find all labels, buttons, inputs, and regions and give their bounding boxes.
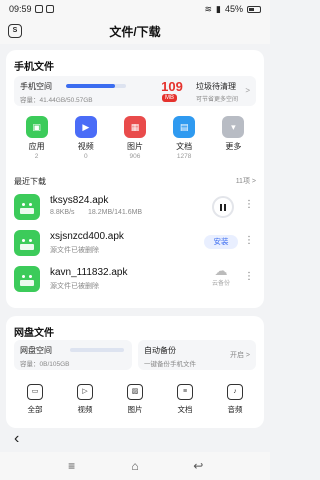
category-documents[interactable]: ▤ 文档 1278: [164, 116, 204, 160]
cloud-backup-label: 云备份: [211, 281, 230, 287]
more-vertical-icon[interactable]: ⋮: [244, 199, 254, 210]
document-icon: ▤: [173, 116, 196, 138]
chevron-right-icon[interactable]: >: [245, 86, 250, 95]
section-title-phone-files: 手机文件: [14, 62, 54, 73]
file-name: tksys824.apk: [50, 195, 109, 206]
auto-backup-box[interactable]: 自动备份 一键备份手机文件 开启 >: [138, 340, 256, 370]
category-more[interactable]: ▾ 更多: [213, 116, 253, 160]
back-icon[interactable]: ↩: [187, 459, 209, 473]
video-icon: ▶: [74, 116, 97, 138]
category-count: 0: [83, 153, 88, 160]
more-vertical-icon[interactable]: ⋮: [244, 271, 254, 282]
folder-icon: ▭: [27, 384, 43, 400]
auto-backup-subtitle: 一键备份手机文件: [144, 361, 196, 368]
category-label: 图片: [126, 142, 143, 151]
cloud-documents[interactable]: ≡ 文档: [167, 384, 203, 415]
signal-icon: ▮: [216, 3, 221, 14]
cloud-images[interactable]: ▨ 图片: [117, 384, 153, 415]
category-label: 视频: [77, 142, 94, 151]
cloud-all[interactable]: ▭ 全部: [17, 384, 53, 415]
recent-downloads-count[interactable]: 11项 >: [236, 176, 256, 186]
junk-unit-badge: MB: [162, 94, 177, 102]
video-icon: ▷: [77, 384, 93, 400]
android-icon: ▣: [25, 116, 48, 138]
category-label: 文档: [176, 142, 193, 151]
recent-downloads-header: 最近下载 11项 >: [14, 176, 256, 187]
download-progress: 18.2MB/141.6MB: [88, 209, 143, 216]
phone-files-card: 手机文件 手机空间 容量：41.44GB/50.57GB 109 MB 垃圾待清…: [6, 50, 264, 308]
cloud-files-card: 网盘文件 网盘空间 容量：0B/105GB 自动备份 一键备份手机文件 开启 >…: [6, 316, 264, 428]
audio-icon: ♪: [227, 384, 243, 400]
home-icon[interactable]: ⌂: [124, 459, 146, 473]
cloud-upload-icon: ☁: [214, 263, 228, 278]
category-apps[interactable]: ▣ 应用 2: [17, 116, 57, 160]
install-button[interactable]: 安装: [204, 235, 238, 249]
auto-backup-enable[interactable]: 开启 >: [230, 350, 250, 360]
image-icon: ▦: [123, 116, 146, 138]
file-note: 源文件已被删除: [50, 283, 99, 290]
recent-downloads-title: 最近下载: [14, 177, 46, 186]
switch-icon[interactable]: S: [8, 24, 22, 38]
download-speed: 8.8KB/s: [50, 209, 75, 216]
junk-subtitle: 可节省更多空间: [196, 97, 239, 103]
system-nav-bar: ≡ ⌂ ↩: [0, 452, 270, 480]
category-row: ▣ 应用 2 ▶ 视频 0 ▦ 图片 906 ▤ 文档 1278 ▾ 更多: [6, 116, 264, 160]
cloud-space-usage: 容量：0B/105GB: [20, 361, 70, 368]
phone-space-bar: [66, 84, 126, 88]
download-row[interactable]: kavn_111832.apk 源文件已被删除 ☁ 云备份 ⋮: [14, 262, 256, 296]
section-title-cloud-files: 网盘文件: [14, 328, 54, 339]
tool-label: 音频: [227, 405, 243, 414]
back-arrow-icon[interactable]: ‹: [14, 430, 19, 448]
document-icon: ≡: [177, 384, 193, 400]
tool-label: 全部: [27, 405, 43, 414]
tool-label: 视频: [77, 405, 93, 414]
phone-space-fill: [66, 84, 116, 88]
phone-space-usage: 容量：41.44GB/50.57GB: [20, 97, 93, 104]
file-note: 源文件已被删除: [50, 247, 99, 254]
cloud-space-label: 网盘空间: [20, 346, 52, 355]
wifi-icon: ≋: [204, 3, 213, 14]
cloud-videos[interactable]: ▷ 视频: [67, 384, 103, 415]
battery-icon: [247, 5, 261, 13]
file-name: xsjsnzcd400.apk: [50, 231, 124, 242]
status-bar: 09:59 ≋ ▮ 45%: [0, 0, 270, 18]
category-count: 1278: [176, 153, 192, 160]
apk-icon: [14, 266, 40, 292]
more-icon: ▾: [222, 116, 245, 138]
tool-label: 图片: [127, 405, 143, 414]
download-row[interactable]: tksys824.apk 8.8KB/s 18.2MB/141.6MB ⋮: [14, 190, 256, 224]
image-icon: ▨: [127, 384, 143, 400]
file-name: kavn_111832.apk: [50, 267, 128, 278]
category-count: 906: [129, 153, 141, 160]
junk-size: 109: [161, 79, 183, 94]
menu-icon[interactable]: ≡: [61, 459, 83, 473]
auto-backup-label: 自动备份: [144, 346, 176, 355]
notification-icon: [34, 5, 43, 13]
phone-space-box[interactable]: 手机空间 容量：41.44GB/50.57GB 109 MB 垃圾待清理 可节省…: [14, 76, 256, 106]
notification-icon: [45, 5, 54, 13]
junk-title: 垃圾待清理: [196, 82, 236, 91]
phone-space-label: 手机空间: [20, 82, 52, 91]
apk-icon: [14, 230, 40, 256]
pause-button[interactable]: [212, 196, 234, 218]
category-count: 2: [34, 153, 39, 160]
cloud-backup-button[interactable]: ☁ 云备份: [206, 263, 236, 288]
category-label: 更多: [225, 142, 242, 151]
category-label: 应用: [28, 142, 45, 151]
download-row[interactable]: xsjsnzcd400.apk 源文件已被删除 安装 ⋮: [14, 226, 256, 260]
cloud-audio[interactable]: ♪ 音频: [217, 384, 253, 415]
page-title: 文件/下载: [109, 24, 161, 39]
apk-icon: [14, 194, 40, 220]
top-bar: S 文件/下载: [0, 18, 270, 44]
cloud-space-bar: [70, 348, 124, 352]
status-time: 09:59: [9, 4, 32, 14]
category-images[interactable]: ▦ 图片 906: [115, 116, 155, 160]
more-vertical-icon[interactable]: ⋮: [244, 235, 254, 246]
cloud-space-box[interactable]: 网盘空间 容量：0B/105GB: [14, 340, 132, 370]
tool-label: 文档: [177, 405, 193, 414]
battery-percent: 45%: [224, 4, 243, 14]
cloud-tools-row: ▭ 全部 ▷ 视频 ▨ 图片 ≡ 文档 ♪ 音频: [6, 384, 264, 415]
category-videos[interactable]: ▶ 视频 0: [66, 116, 106, 160]
